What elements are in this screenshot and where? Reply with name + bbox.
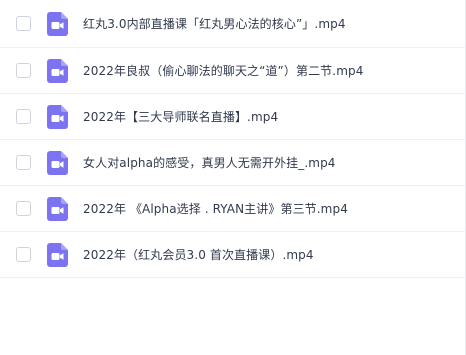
file-name[interactable]: 2022年良叔（偷心聊法的聊天之“道”）第二节.mp4 (83, 62, 455, 79)
file-name[interactable]: 2022年【三大导师联名直播】.mp4 (83, 108, 455, 125)
select-checkbox[interactable] (16, 201, 31, 216)
file-row[interactable]: 2022年（红丸会员3.0 首次直播课）.mp4 (0, 232, 465, 278)
video-file-icon (47, 11, 68, 36)
file-row[interactable]: 2022年 《Alpha选择 . RYAN主讲》第三节.mp4 (0, 186, 465, 232)
file-name[interactable]: 2022年（红丸会员3.0 首次直播课）.mp4 (83, 246, 455, 263)
file-browser-pane: 红丸3.0内部直播课「红丸男心法的核心”」.mp4 2022年良叔（偷心聊法的聊… (0, 0, 466, 355)
file-row[interactable]: 2022年【三大导师联名直播】.mp4 (0, 94, 465, 140)
video-file-icon (47, 150, 68, 175)
file-row[interactable]: 2022年良叔（偷心聊法的聊天之“道”）第二节.mp4 (0, 48, 465, 94)
video-file-icon (47, 242, 68, 267)
select-checkbox[interactable] (16, 16, 31, 31)
video-file-icon (47, 196, 68, 221)
video-file-icon (47, 58, 68, 83)
select-checkbox[interactable] (16, 247, 31, 262)
file-row[interactable]: 女人对alpha的感受，真男人无需开外挂_.mp4 (0, 140, 465, 186)
file-name[interactable]: 2022年 《Alpha选择 . RYAN主讲》第三节.mp4 (83, 200, 455, 217)
file-row[interactable]: 红丸3.0内部直播课「红丸男心法的核心”」.mp4 (0, 0, 465, 48)
select-checkbox[interactable] (16, 63, 31, 78)
video-file-icon (47, 104, 68, 129)
file-name[interactable]: 红丸3.0内部直播课「红丸男心法的核心”」.mp4 (83, 15, 455, 32)
select-checkbox[interactable] (16, 109, 31, 124)
select-checkbox[interactable] (16, 155, 31, 170)
file-name[interactable]: 女人对alpha的感受，真男人无需开外挂_.mp4 (83, 154, 455, 171)
file-list: 红丸3.0内部直播课「红丸男心法的核心”」.mp4 2022年良叔（偷心聊法的聊… (0, 0, 465, 278)
